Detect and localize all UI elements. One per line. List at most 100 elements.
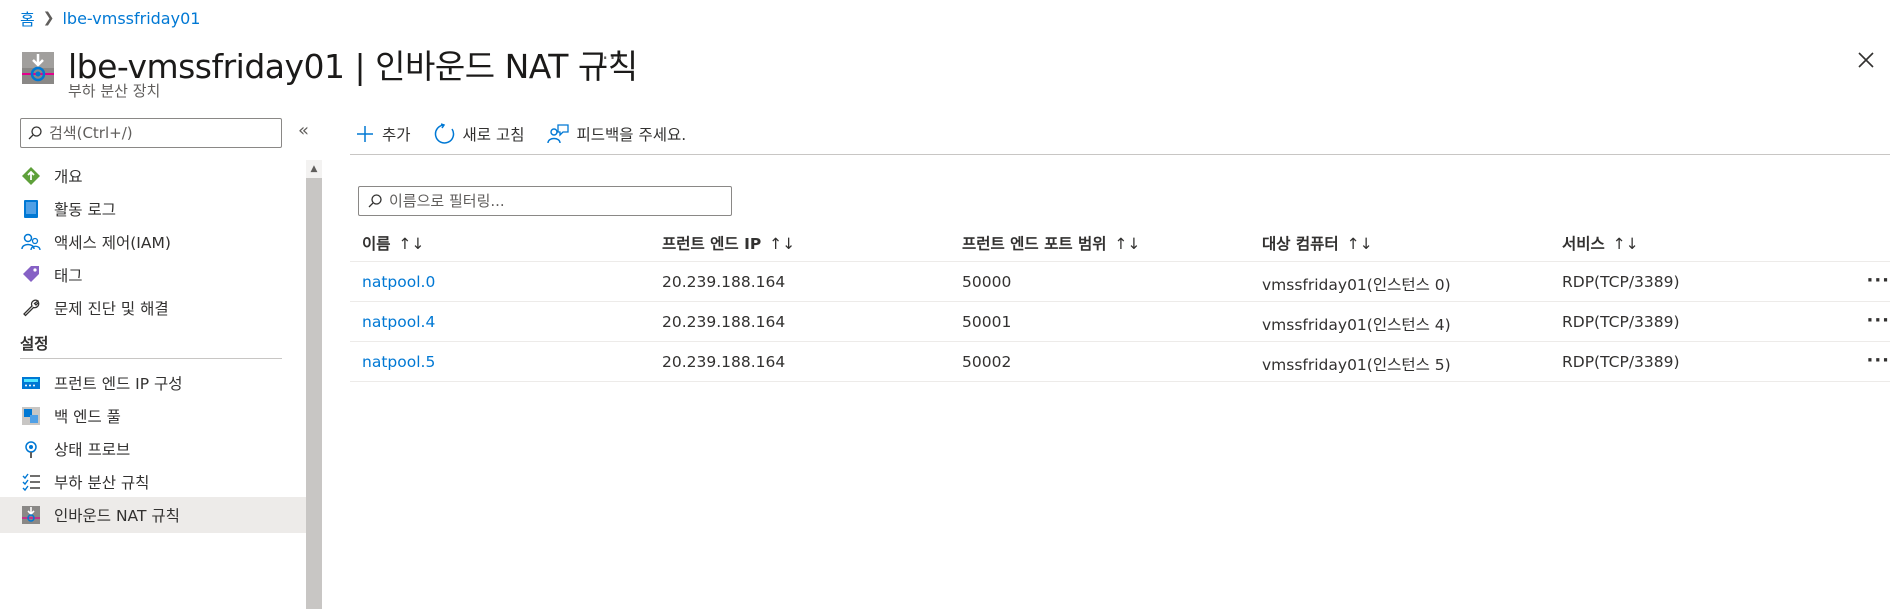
activity-log-icon <box>20 198 42 220</box>
sidebar-item-label: 인바운드 NAT 규칙 <box>54 507 180 525</box>
search-icon <box>368 194 382 208</box>
frontend-port-cell: 50002 <box>962 353 1012 371</box>
feedback-button[interactable]: 피드백을 주세요. <box>546 123 687 145</box>
sidebar-scrollbar[interactable] <box>306 160 322 609</box>
column-label: 프런트 엔드 IP <box>662 235 762 253</box>
column-header-frontend-ip[interactable]: 프런트 엔드 IP ↑↓ <box>662 232 795 254</box>
filter-box[interactable] <box>358 186 732 216</box>
column-header-name[interactable]: 이름 ↑↓ <box>362 232 425 254</box>
sort-icon: ↑↓ <box>1114 235 1141 253</box>
column-header-target[interactable]: 대상 컴퓨터 ↑↓ <box>1262 232 1373 254</box>
command-bar-divider <box>350 154 1890 155</box>
frontend-ip-cell: 20.239.188.164 <box>662 353 786 371</box>
nat-rule-link[interactable]: natpool.4 <box>362 313 435 331</box>
breadcrumb: 홈 ❯ lbe-vmssfriday01 <box>20 6 200 30</box>
frontend-ip-icon <box>20 372 42 394</box>
sidebar-item-access-control[interactable]: 액세스 제어(IAM) <box>0 224 306 260</box>
tag-icon <box>20 264 42 286</box>
refresh-button[interactable]: 새로 고침 <box>433 123 525 145</box>
command-bar: 추가 새로 고침 피드백을 주세요. <box>356 118 686 150</box>
sidebar: « 개요 활동 로그 액세스 제어(IAM) 태그 <box>0 112 309 609</box>
sidebar-item-tags[interactable]: 태그 <box>0 257 306 293</box>
search-input[interactable] <box>49 124 269 142</box>
add-button[interactable]: 추가 <box>356 123 411 145</box>
access-control-icon <box>20 231 42 253</box>
health-probe-icon <box>20 438 42 460</box>
section-divider <box>20 358 282 359</box>
frontend-ip-cell: 20.239.188.164 <box>662 273 786 291</box>
nat-rule-link[interactable]: natpool.0 <box>362 273 435 291</box>
sidebar-item-backend-pool[interactable]: 백 엔드 풀 <box>0 398 306 434</box>
page-subtitle: 부하 분산 장치 <box>68 82 161 100</box>
column-header-frontend-port[interactable]: 프런트 엔드 포트 범위 ↑↓ <box>962 232 1141 254</box>
sidebar-item-label: 활동 로그 <box>54 201 116 219</box>
target-cell: vmssfriday01(인스턴스 5) <box>1262 356 1451 374</box>
backend-pool-icon <box>20 405 42 427</box>
close-icon[interactable] <box>1852 46 1880 74</box>
column-label: 서비스 <box>1562 235 1605 253</box>
service-cell: RDP(TCP/3389) <box>1562 273 1680 291</box>
breadcrumb-home-link[interactable]: 홈 <box>20 6 35 30</box>
table-row: natpool.5 20.239.188.164 50002 vmssfrida… <box>350 342 1890 382</box>
sidebar-item-inbound-nat[interactable]: 인바운드 NAT 규칙 <box>0 497 306 533</box>
wrench-icon <box>20 297 42 319</box>
sidebar-item-label: 프런트 엔드 IP 구성 <box>54 375 183 393</box>
sidebar-search[interactable] <box>20 118 282 148</box>
chevron-right-icon: ❯ <box>42 10 55 26</box>
plus-icon <box>357 126 373 142</box>
frontend-port-cell: 50000 <box>962 273 1012 291</box>
table-row: natpool.4 20.239.188.164 50001 vmssfrida… <box>350 302 1890 342</box>
collapse-sidebar-button[interactable]: « <box>298 120 309 141</box>
sidebar-item-frontend-ip[interactable]: 프런트 엔드 IP 구성 <box>0 365 306 401</box>
frontend-ip-cell: 20.239.188.164 <box>662 313 786 331</box>
sidebar-item-label: 액세스 제어(IAM) <box>54 234 171 252</box>
sort-icon: ↑↓ <box>769 235 796 253</box>
page-header: lbe-vmssfriday01 | 인바운드 NAT 규칙 부하 분산 장치 … <box>20 38 1880 100</box>
sidebar-item-lb-rules[interactable]: 부하 분산 규칙 <box>0 464 306 500</box>
more-options-button[interactable]: ··· <box>602 46 624 70</box>
sort-icon: ↑↓ <box>398 235 425 253</box>
column-label: 대상 컴퓨터 <box>1262 235 1339 253</box>
service-cell: RDP(TCP/3389) <box>1562 313 1680 331</box>
sidebar-item-label: 개요 <box>54 168 83 186</box>
scroll-up-arrow-icon[interactable]: ▲ <box>306 160 322 178</box>
column-header-service[interactable]: 서비스 ↑↓ <box>1562 232 1639 254</box>
sort-icon: ↑↓ <box>1612 235 1639 253</box>
row-more-button[interactable]: ··· <box>1866 310 1890 331</box>
load-balancer-icon <box>22 52 54 84</box>
column-label: 프런트 엔드 포트 범위 <box>962 235 1107 253</box>
sidebar-item-overview[interactable]: 개요 <box>0 158 306 194</box>
sidebar-item-label: 백 엔드 풀 <box>54 408 121 426</box>
row-more-button[interactable]: ··· <box>1866 270 1890 291</box>
breadcrumb-current-link[interactable]: lbe-vmssfriday01 <box>62 9 200 28</box>
nat-rules-table: 이름 ↑↓ 프런트 엔드 IP ↑↓ 프런트 엔드 포트 범위 ↑↓ 대상 컴퓨터 ↑↓… <box>350 222 1890 382</box>
nat-rule-link[interactable]: natpool.5 <box>362 353 435 371</box>
column-label: 이름 <box>362 235 391 253</box>
refresh-label: 새로 고침 <box>462 126 525 144</box>
sidebar-item-label: 부하 분산 규칙 <box>54 474 150 492</box>
frontend-port-cell: 50001 <box>962 313 1012 331</box>
target-cell: vmssfriday01(인스턴스 0) <box>1262 276 1451 294</box>
row-more-button[interactable]: ··· <box>1866 350 1890 371</box>
target-cell: vmssfriday01(인스턴스 4) <box>1262 316 1451 334</box>
lb-rules-icon <box>20 471 42 493</box>
sidebar-item-label: 상태 프로브 <box>54 441 131 459</box>
sidebar-item-label: 문제 진단 및 해결 <box>54 300 169 318</box>
feedback-icon <box>546 124 569 144</box>
refresh-icon <box>434 123 454 144</box>
sort-icon: ↑↓ <box>1346 235 1373 253</box>
section-settings: 설정 <box>20 335 49 353</box>
sidebar-item-health-probe[interactable]: 상태 프로브 <box>0 431 306 467</box>
inbound-nat-icon <box>20 504 42 526</box>
feedback-label: 피드백을 주세요. <box>576 126 687 144</box>
sidebar-item-diagnose[interactable]: 문제 진단 및 해결 <box>0 290 306 326</box>
filter-input[interactable] <box>389 192 719 210</box>
sidebar-item-activity-log[interactable]: 활동 로그 <box>0 191 306 227</box>
search-icon <box>28 126 42 140</box>
table-row: natpool.0 20.239.188.164 50000 vmssfrida… <box>350 262 1890 302</box>
sidebar-item-label: 태그 <box>54 267 83 285</box>
add-label: 추가 <box>382 126 411 144</box>
service-cell: RDP(TCP/3389) <box>1562 353 1680 371</box>
table-header: 이름 ↑↓ 프런트 엔드 IP ↑↓ 프런트 엔드 포트 범위 ↑↓ 대상 컴퓨터 ↑↓… <box>350 222 1890 262</box>
overview-icon <box>20 165 42 187</box>
